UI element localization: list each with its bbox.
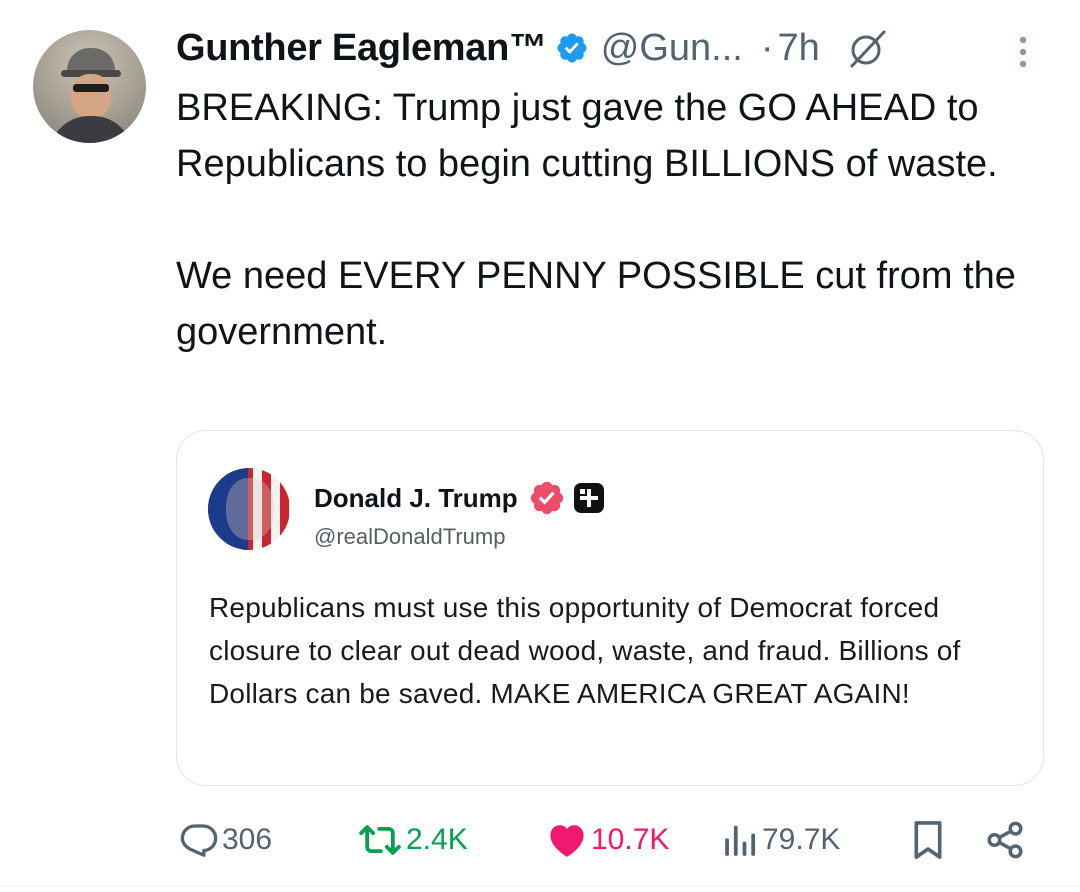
reply-icon: [180, 824, 218, 857]
views-chart-icon: [725, 825, 756, 856]
separator-dot: ·: [760, 26, 774, 69]
repost-button[interactable]: 2.4K: [356, 812, 468, 868]
share-icon: [987, 821, 1023, 859]
tweet-time[interactable]: 7h: [777, 27, 819, 70]
reply-count: 306: [222, 823, 273, 856]
quoted-author-name-row: Donald J. Trump: [314, 479, 606, 517]
heart-icon: [550, 825, 584, 857]
tweet-header: Gunther Eagleman™ @Gun... · 7h: [176, 20, 890, 76]
quoted-post-text: Republicans must use this opportunity of…: [209, 592, 961, 709]
author-avatar[interactable]: [33, 30, 146, 143]
views-button[interactable]: 79.7K: [722, 812, 840, 868]
quoted-author-handle[interactable]: @realDonaldTrump: [314, 524, 505, 550]
view-count: 79.7K: [762, 823, 841, 856]
divider: [0, 886, 1080, 887]
repost-icon: [359, 825, 401, 855]
bookmark-icon: [914, 821, 942, 859]
platform-badge-icon: [573, 483, 604, 513]
grok-icon[interactable]: [846, 26, 890, 70]
more-options-icon[interactable]: [1014, 34, 1032, 74]
reply-button[interactable]: 306: [178, 812, 272, 868]
tweet-text: BREAKING: Trump just gave the GO AHEAD t…: [176, 87, 1016, 353]
repost-count: 2.4K: [406, 823, 468, 856]
author-handle[interactable]: @Gun...: [601, 27, 743, 70]
verified-badge-icon: [557, 33, 587, 63]
avatar-face: [226, 478, 274, 540]
like-button[interactable]: 10.7K: [545, 812, 669, 868]
quoted-author-avatar[interactable]: [208, 468, 290, 550]
avatar-shirt: [49, 116, 133, 143]
share-button[interactable]: [984, 812, 1028, 868]
verified-badge-icon: [530, 481, 563, 515]
avatar-sunglasses: [73, 84, 109, 92]
quoted-post-card[interactable]: Donald J. Trump @realDonaldTrump Republi…: [176, 430, 1044, 786]
quoted-author-display-name[interactable]: Donald J. Trump: [314, 483, 518, 514]
author-display-name[interactable]: Gunther Eagleman™: [176, 27, 547, 70]
avatar-face: [71, 74, 111, 118]
like-count: 10.7K: [591, 823, 670, 856]
bookmark-button[interactable]: [910, 812, 948, 868]
tweet-action-bar: 306 2.4K 10.7K 79.7K: [0, 812, 1080, 868]
